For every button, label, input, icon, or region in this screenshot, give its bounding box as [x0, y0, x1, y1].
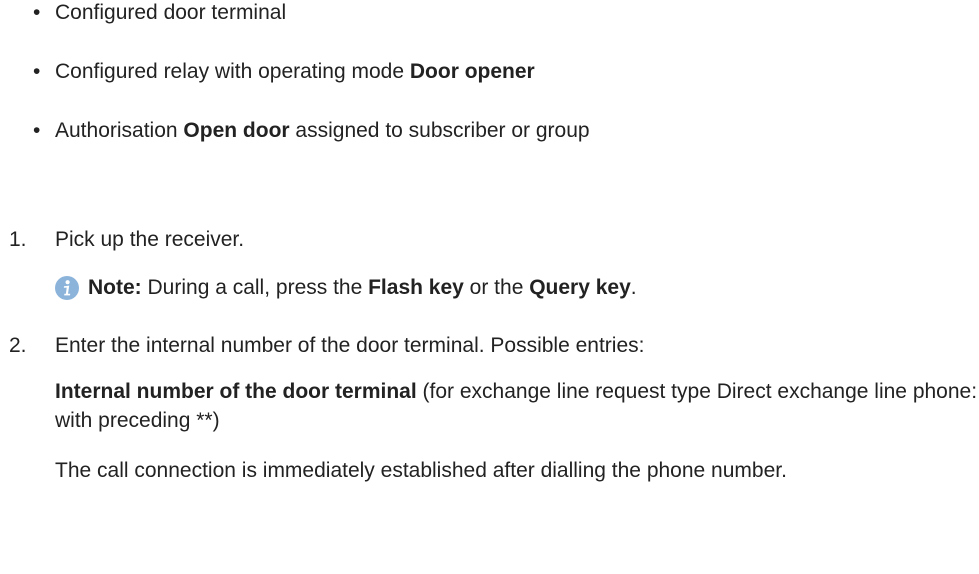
bullet-dot: • — [33, 1, 41, 24]
list-item: • Configured door terminal — [0, 0, 590, 25]
step-2: 2. Enter the internal number of the door… — [0, 333, 979, 485]
step-1: 1. Pick up the receiver. Note: During a … — [0, 227, 979, 300]
note-text: or the — [463, 276, 530, 299]
note-text: During a call, press the — [141, 276, 369, 299]
prerequisite-text: Authorisation — [55, 119, 184, 142]
note-label: Note: — [88, 276, 142, 299]
operating-mode-name: Door opener — [409, 60, 535, 83]
note-callout: Note: During a call, press the Flash key… — [55, 275, 979, 300]
step-number: 2. — [9, 334, 27, 357]
flash-key-name: Flash key — [368, 276, 464, 299]
prerequisite-text: assigned to subscriber or group — [289, 119, 590, 142]
bullet-dot: • — [33, 119, 41, 142]
query-key-name: Query key — [529, 276, 631, 299]
procedure-steps: 1. Pick up the receiver. Note: During a … — [0, 227, 979, 485]
list-item: • Authorisation Open door assigned to su… — [0, 118, 590, 143]
prerequisites-list: • Configured door terminal • Configured … — [0, 0, 590, 143]
step-instruction: Enter the internal number of the door te… — [55, 334, 645, 357]
list-item: • Configured relay with operating mode D… — [0, 59, 590, 84]
bullet-dot: • — [33, 60, 41, 83]
prerequisite-text: Configured door terminal — [55, 1, 287, 24]
info-icon — [55, 275, 79, 300]
entry-label: Internal number of the door terminal — [55, 380, 417, 403]
prerequisite-text: Configured relay with operating mode — [55, 60, 410, 83]
authorisation-name: Open door — [183, 119, 290, 142]
step-instruction: Pick up the receiver. — [55, 228, 245, 251]
step-number: 1. — [9, 228, 27, 251]
note-text: . — [630, 276, 637, 299]
step-result: The call connection is immediately estab… — [55, 459, 787, 482]
possible-entry: Internal number of the door terminal (fo… — [55, 377, 979, 435]
document-page: • Configured door terminal • Configured … — [0, 0, 979, 574]
